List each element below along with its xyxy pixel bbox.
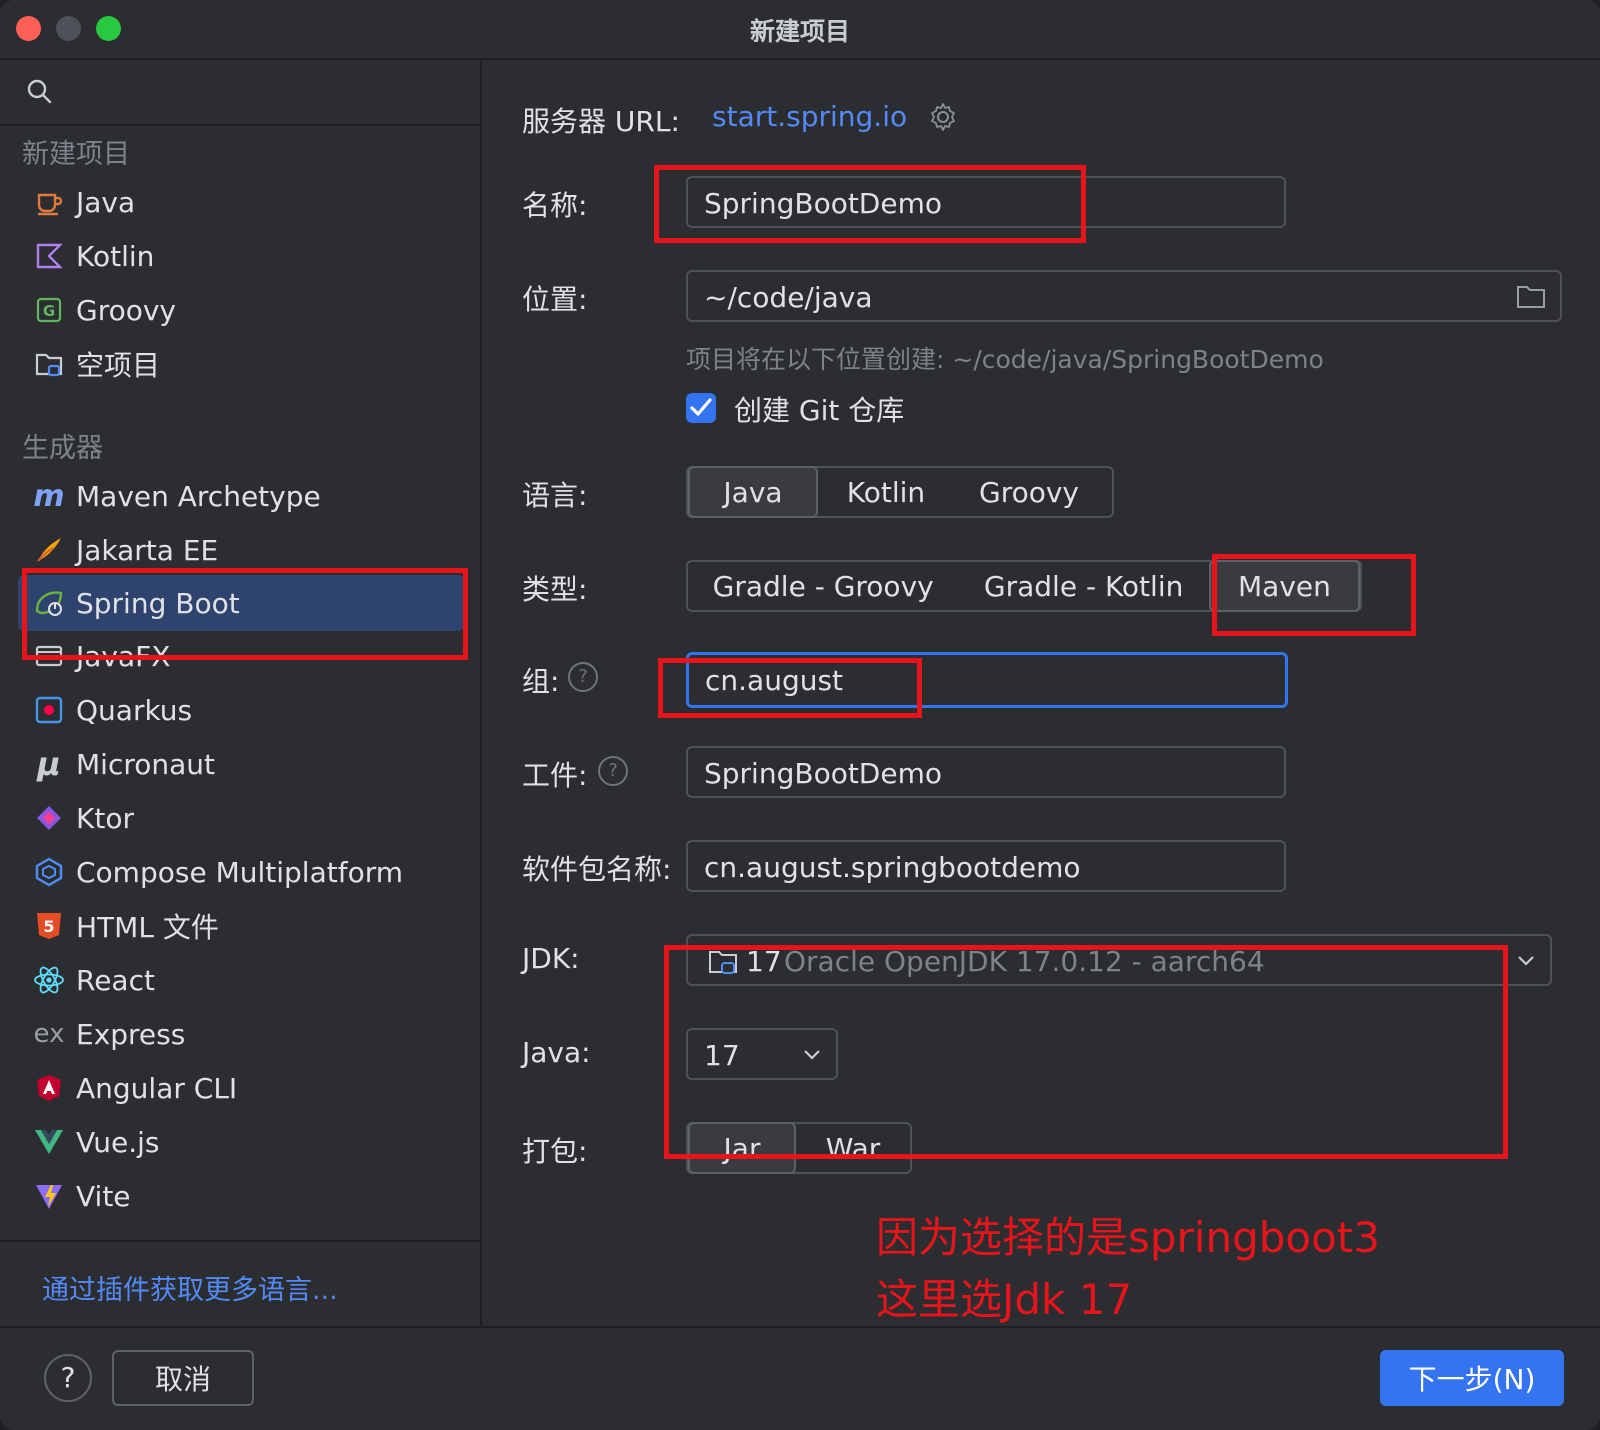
create-git-label[interactable]: 创建 Git 仓库	[734, 389, 904, 429]
vite-icon	[32, 1179, 66, 1213]
quarkus-icon	[32, 693, 66, 727]
empty-project-icon	[32, 347, 66, 381]
packaging-label: 打包:	[522, 1135, 588, 1168]
language-label: 语言:	[522, 479, 588, 512]
sidebar-item-angular-cli[interactable]: Angular CLI	[18, 1063, 464, 1113]
sidebar-item-java[interactable]: Java	[18, 177, 464, 227]
java-version-label: Java:	[522, 1036, 591, 1069]
location-hint: 项目将在以下位置创建: ~/code/java/SpringBootDemo	[686, 345, 1324, 374]
project-form: 服务器 URL: start.spring.io 名称: SpringBootD…	[482, 60, 1600, 1326]
annotation-line-1: 因为选择的是springboot3	[876, 1213, 1381, 1262]
sidebar-item-javafx[interactable]: JavaFX	[18, 631, 464, 681]
sidebar-item-spring-boot[interactable]: Spring Boot	[18, 575, 464, 631]
group-help-icon[interactable]: ?	[568, 662, 598, 692]
groovy-icon: G	[32, 293, 66, 327]
type-segmented: Gradle - Groovy Gradle - Kotlin Maven	[686, 560, 1362, 612]
jdk-select[interactable]: 17 Oracle OpenJDK 17.0.12 - aarch64	[686, 934, 1552, 986]
sidebar-footer: 通过插件获取更多语言...	[0, 1240, 480, 1328]
get-more-languages-link[interactable]: 通过插件获取更多语言...	[42, 1268, 338, 1307]
sidebar-item-quarkus[interactable]: Quarkus	[18, 685, 464, 735]
sidebar-item-express[interactable]: ex Express	[18, 1009, 464, 1059]
section-new-project: 新建项目	[22, 139, 130, 170]
name-label: 名称:	[522, 189, 588, 222]
location-label: 位置:	[522, 283, 588, 316]
java-version-select[interactable]: 17	[686, 1028, 838, 1080]
check-icon	[690, 398, 712, 416]
name-input[interactable]: SpringBootDemo	[686, 176, 1286, 228]
html5-icon: 5	[32, 909, 66, 943]
react-icon	[32, 963, 66, 997]
server-url-link[interactable]: start.spring.io	[712, 100, 907, 133]
javafx-icon	[32, 639, 66, 673]
section-generators: 生成器	[22, 433, 103, 464]
artifact-label: 工件:	[522, 759, 588, 792]
angular-icon	[32, 1071, 66, 1105]
cancel-button[interactable]: 取消	[112, 1350, 254, 1406]
language-option-kotlin[interactable]: Kotlin	[818, 468, 954, 516]
packaging-option-war[interactable]: War	[796, 1124, 910, 1172]
svg-text:5: 5	[43, 917, 54, 936]
chevron-down-icon	[804, 1050, 820, 1060]
artifact-help-icon[interactable]: ?	[598, 756, 628, 786]
compose-icon	[32, 855, 66, 889]
new-project-window: 新建项目 新建项目 Java Kotlin G Groovy 空项目 生成器 m…	[0, 0, 1600, 1430]
window-title: 新建项目	[749, 17, 850, 46]
next-button[interactable]: 下一步(N)	[1380, 1350, 1564, 1406]
vue-icon	[32, 1125, 66, 1159]
chevron-down-icon	[1518, 956, 1534, 966]
jdk-folder-icon	[709, 951, 737, 974]
sidebar-item-kotlin[interactable]: Kotlin	[18, 231, 464, 281]
sidebar-item-react[interactable]: React	[18, 955, 464, 1005]
dialog-footer: ? 取消 下一步(N)	[0, 1326, 1600, 1430]
search-icon[interactable]	[26, 78, 52, 104]
micronaut-icon: μ	[37, 745, 61, 783]
folder-icon[interactable]	[1516, 284, 1546, 310]
sidebar-item-jakarta-ee[interactable]: Jakarta EE	[18, 525, 464, 575]
package-name-label: 软件包名称:	[522, 853, 672, 886]
gear-icon[interactable]	[928, 102, 958, 132]
server-url-label: 服务器 URL:	[522, 105, 680, 138]
sidebar-item-empty-project[interactable]: 空项目	[18, 339, 464, 389]
packaging-segmented: Jar War	[686, 1122, 912, 1174]
sidebar-item-ktor[interactable]: Ktor	[18, 793, 464, 843]
group-input[interactable]: cn.august	[686, 652, 1288, 708]
group-label: 组:	[522, 665, 560, 698]
packaging-option-jar[interactable]: Jar	[688, 1122, 796, 1174]
sidebar-item-groovy[interactable]: G Groovy	[18, 285, 464, 335]
annotation-line-2: 这里选Jdk 17	[876, 1275, 1133, 1324]
sidebar-item-micronaut[interactable]: μ Micronaut	[18, 739, 464, 789]
language-option-java[interactable]: Java	[688, 466, 818, 518]
sidebar-item-maven-archetype[interactable]: m Maven Archetype	[18, 471, 464, 521]
type-option-gradle-groovy[interactable]: Gradle - Groovy	[688, 562, 958, 610]
sidebar-item-vuejs[interactable]: Vue.js	[18, 1117, 464, 1167]
type-option-gradle-kotlin[interactable]: Gradle - Kotlin	[958, 562, 1209, 610]
maven-icon: m	[33, 478, 65, 514]
ktor-icon	[32, 801, 66, 835]
jakarta-icon	[32, 533, 66, 567]
title-bar: 新建项目	[0, 0, 1600, 60]
jdk-label: JDK:	[522, 942, 580, 975]
type-option-maven[interactable]: Maven	[1208, 560, 1360, 612]
sidebar-item-html[interactable]: 5 HTML 文件	[18, 901, 464, 951]
language-segmented: Java Kotlin Groovy	[686, 466, 1114, 518]
artifact-input[interactable]: SpringBootDemo	[686, 746, 1286, 798]
language-option-groovy[interactable]: Groovy	[954, 468, 1104, 516]
create-git-checkbox[interactable]	[686, 393, 716, 423]
type-label: 类型:	[522, 573, 588, 606]
svg-text:G: G	[43, 302, 55, 320]
express-icon: ex	[33, 1019, 65, 1049]
sidebar-item-vite[interactable]: Vite	[18, 1171, 464, 1221]
java-cup-icon	[32, 185, 66, 219]
package-name-input[interactable]: cn.august.springbootdemo	[686, 840, 1286, 892]
sidebar-item-compose-multiplatform[interactable]: Compose Multiplatform	[18, 847, 464, 897]
spring-boot-icon	[32, 586, 66, 620]
help-button[interactable]: ?	[44, 1354, 92, 1402]
kotlin-icon	[32, 239, 66, 273]
location-input[interactable]: ~/code/java	[686, 270, 1562, 322]
sidebar-search[interactable]	[0, 60, 480, 126]
sidebar: 新建项目 Java Kotlin G Groovy 空项目 生成器 m Mave…	[0, 60, 482, 1326]
